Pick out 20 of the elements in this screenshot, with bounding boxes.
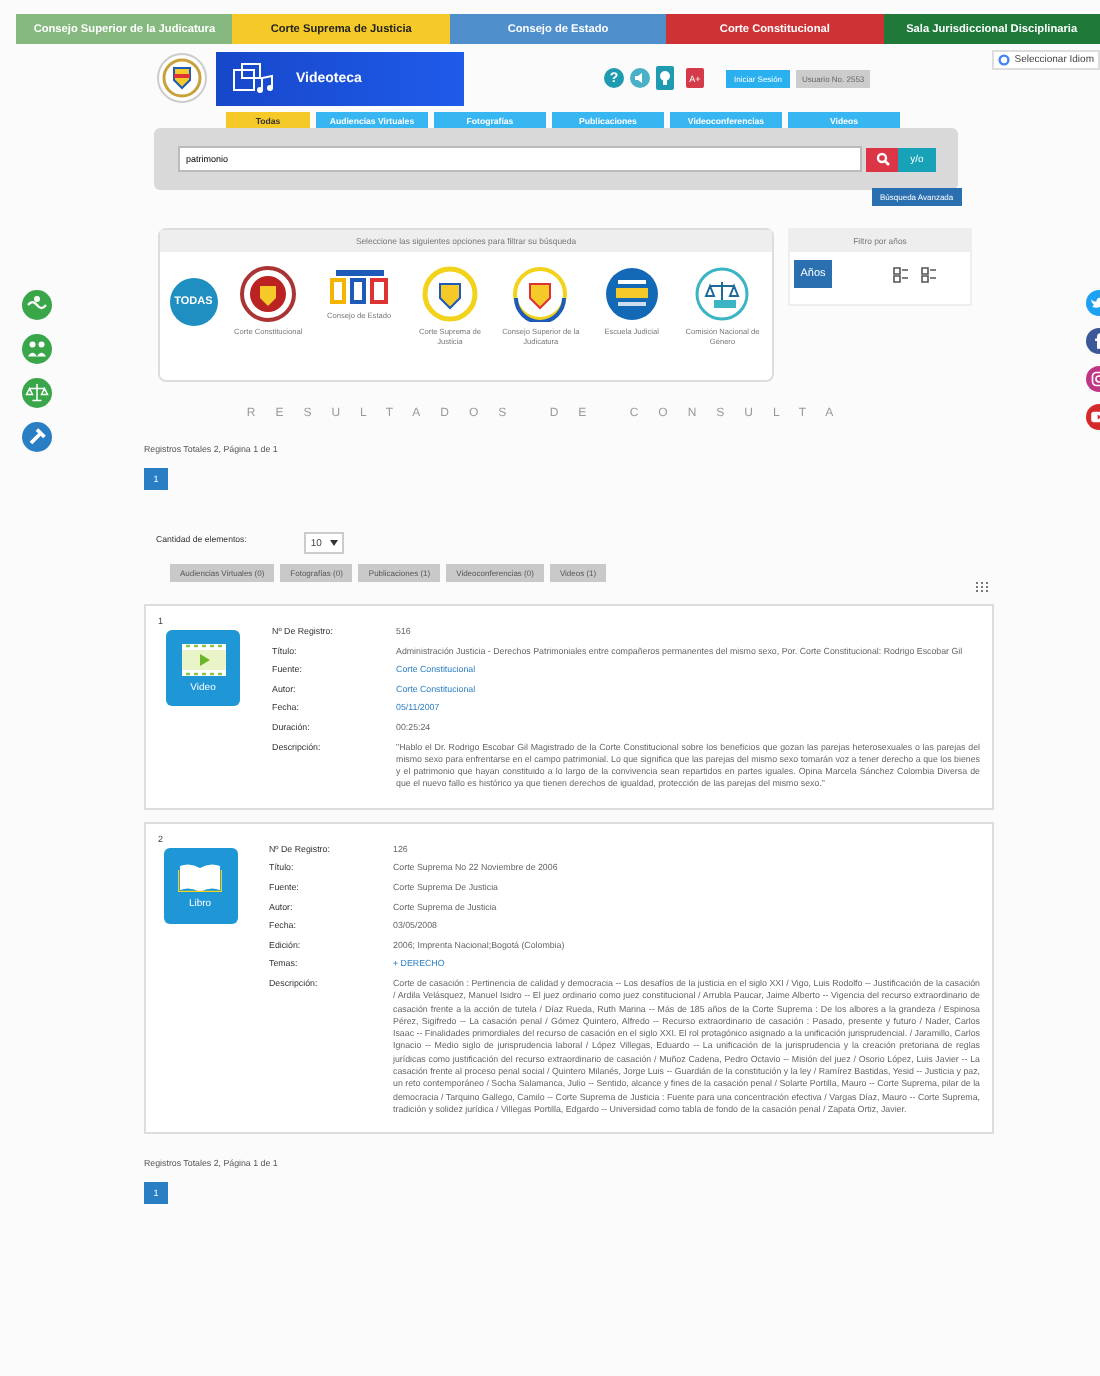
building-icon [327, 266, 392, 306]
scale-icon[interactable] [22, 378, 52, 408]
speaker-icon[interactable] [630, 68, 650, 88]
search-button[interactable] [866, 147, 898, 171]
badge-icon [603, 266, 660, 322]
crest-logo [156, 52, 208, 104]
bulb-icon[interactable] [656, 66, 674, 90]
caret-icon [330, 540, 339, 546]
google-icon [998, 54, 1011, 66]
seal-icon [421, 266, 478, 322]
people-icon[interactable] [22, 334, 52, 364]
search-icon [875, 152, 889, 166]
scale-icon [694, 266, 751, 322]
gavel-icon[interactable] [22, 422, 52, 452]
grid-icon[interactable] [976, 582, 988, 592]
seal-icon [240, 266, 297, 322]
seal-icon [512, 266, 569, 322]
video-icon [181, 643, 226, 675]
book-icon [178, 860, 223, 893]
media-icon [232, 62, 276, 94]
